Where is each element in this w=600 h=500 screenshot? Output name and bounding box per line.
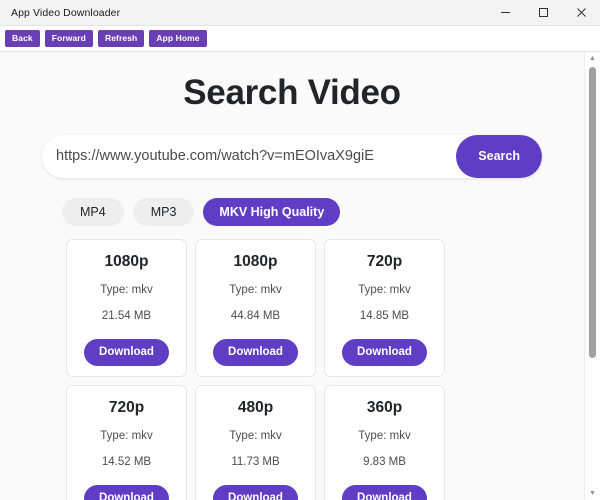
navigation-toolbar: Back Forward Refresh App Home [0, 26, 600, 52]
page-body: Search Video Search MP4 MP3 MKV High Qua… [0, 52, 584, 500]
result-card: 480p Type: mkv 11.73 MB Download [195, 385, 316, 500]
card-type: Type: mkv [100, 283, 153, 296]
download-button[interactable]: Download [213, 484, 298, 500]
minimize-icon[interactable] [486, 0, 524, 26]
card-filesize: 14.52 MB [101, 456, 152, 468]
download-button[interactable]: Download [84, 484, 169, 500]
card-filesize: 11.73 MB [231, 456, 280, 468]
card-type: Type: mkv [229, 283, 282, 296]
app-window: App Video Downloader Back Forward Refres… [0, 0, 600, 500]
card-filesize: 14.85 MB [359, 310, 410, 322]
scroll-down-arrow-icon[interactable]: ▼ [589, 487, 596, 500]
card-filesize: 44.84 MB [230, 310, 281, 322]
tab-mp3[interactable]: MP3 [132, 197, 195, 226]
scrollbar-thumb[interactable] [588, 67, 596, 359]
tab-mp4[interactable]: MP4 [62, 197, 124, 226]
card-resolution: 480p [237, 399, 274, 416]
window-title: App Video Downloader [11, 6, 121, 19]
result-card: 1080p Type: mkv 21.54 MB Download [66, 239, 187, 377]
search-bar: Search [42, 134, 542, 178]
card-filesize: 21.54 MB [101, 310, 152, 322]
card-resolution: 360p [366, 399, 403, 416]
card-resolution: 720p [366, 253, 403, 270]
title-bar: App Video Downloader [0, 0, 600, 26]
page-title: Search Video [183, 73, 401, 112]
format-tabs: MP4 MP3 MKV High Quality [62, 197, 584, 226]
download-button[interactable]: Download [213, 338, 298, 366]
result-card: 1080p Type: mkv 44.84 MB Download [195, 239, 316, 377]
scrollbar-track[interactable] [585, 65, 600, 487]
window-controls [486, 0, 600, 26]
app-home-button[interactable]: App Home [149, 30, 207, 47]
card-resolution: 720p [108, 399, 145, 416]
result-card: 720p Type: mkv 14.52 MB Download [66, 385, 187, 500]
close-icon[interactable] [562, 0, 600, 26]
result-card: 720p Type: mkv 14.85 MB Download [324, 239, 445, 377]
card-type: Type: mkv [229, 429, 282, 442]
card-filesize: 9.83 MB [363, 456, 406, 468]
result-card: 360p Type: mkv 9.83 MB Download [324, 385, 445, 500]
card-resolution: 1080p [104, 253, 149, 270]
tab-mkv-high-quality[interactable]: MKV High Quality [203, 197, 341, 226]
back-button[interactable]: Back [5, 30, 40, 47]
maximize-icon[interactable] [524, 0, 562, 26]
search-button[interactable]: Search [456, 134, 542, 178]
download-button[interactable]: Download [342, 338, 427, 366]
download-button[interactable]: Download [84, 338, 169, 366]
vertical-scrollbar[interactable]: ▲ ▼ [584, 52, 600, 500]
results-grid: 1080p Type: mkv 21.54 MB Download 1080p … [66, 239, 584, 500]
forward-button[interactable]: Forward [44, 30, 93, 47]
content-area: Search Video Search MP4 MP3 MKV High Qua… [0, 52, 600, 500]
card-resolution: 1080p [233, 253, 278, 270]
card-type: Type: mkv [358, 429, 411, 442]
scroll-up-arrow-icon[interactable]: ▲ [589, 52, 596, 65]
refresh-button[interactable]: Refresh [97, 30, 145, 47]
card-type: Type: mkv [100, 429, 153, 442]
search-input[interactable] [42, 134, 457, 178]
card-type: Type: mkv [358, 283, 411, 296]
download-button[interactable]: Download [342, 484, 427, 500]
